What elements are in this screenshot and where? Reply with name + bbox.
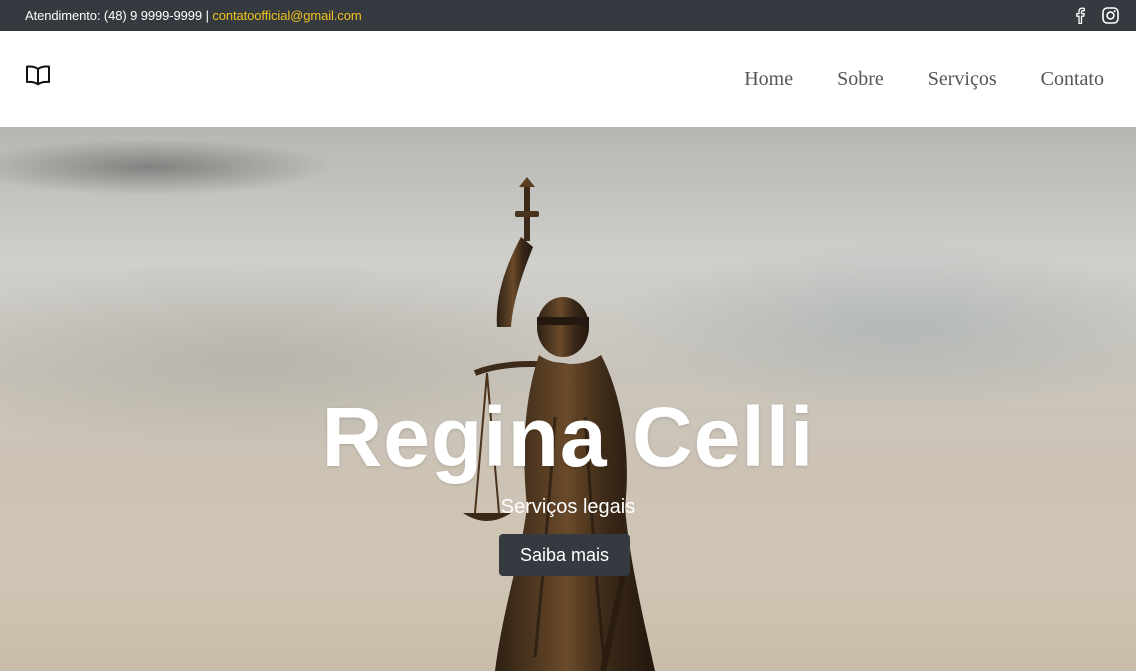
nav-contato-link[interactable]: Contato — [1041, 68, 1104, 91]
nav-menu: Home Sobre Serviços Contato — [744, 68, 1104, 91]
hero-section: Regina Celli Serviços legais Saiba mais — [0, 127, 1136, 671]
facebook-icon[interactable] — [1071, 7, 1089, 25]
contact-phone-text: Atendimento: (48) 9 9999-9999 | — [25, 8, 213, 23]
nav-sobre-link[interactable]: Sobre — [837, 68, 884, 91]
saiba-mais-button[interactable]: Saiba mais — [499, 534, 630, 576]
open-book-icon[interactable] — [25, 62, 51, 88]
hero-title: Regina Celli — [321, 390, 815, 484]
contact-info: Atendimento: (48) 9 9999-9999 | contatoo… — [25, 8, 362, 23]
top-info-bar: Atendimento: (48) 9 9999-9999 | contatoo… — [0, 0, 1136, 31]
instagram-icon[interactable] — [1101, 7, 1119, 25]
contact-email-link[interactable]: contatoofficial@gmail.com — [212, 8, 361, 23]
social-links — [1071, 7, 1119, 25]
nav-servicos-link[interactable]: Serviços — [928, 68, 997, 91]
hero-subtitle: Serviços legais — [500, 496, 636, 518]
nav-home-link[interactable]: Home — [744, 68, 793, 91]
main-navbar: Home Sobre Serviços Contato — [0, 31, 1136, 127]
